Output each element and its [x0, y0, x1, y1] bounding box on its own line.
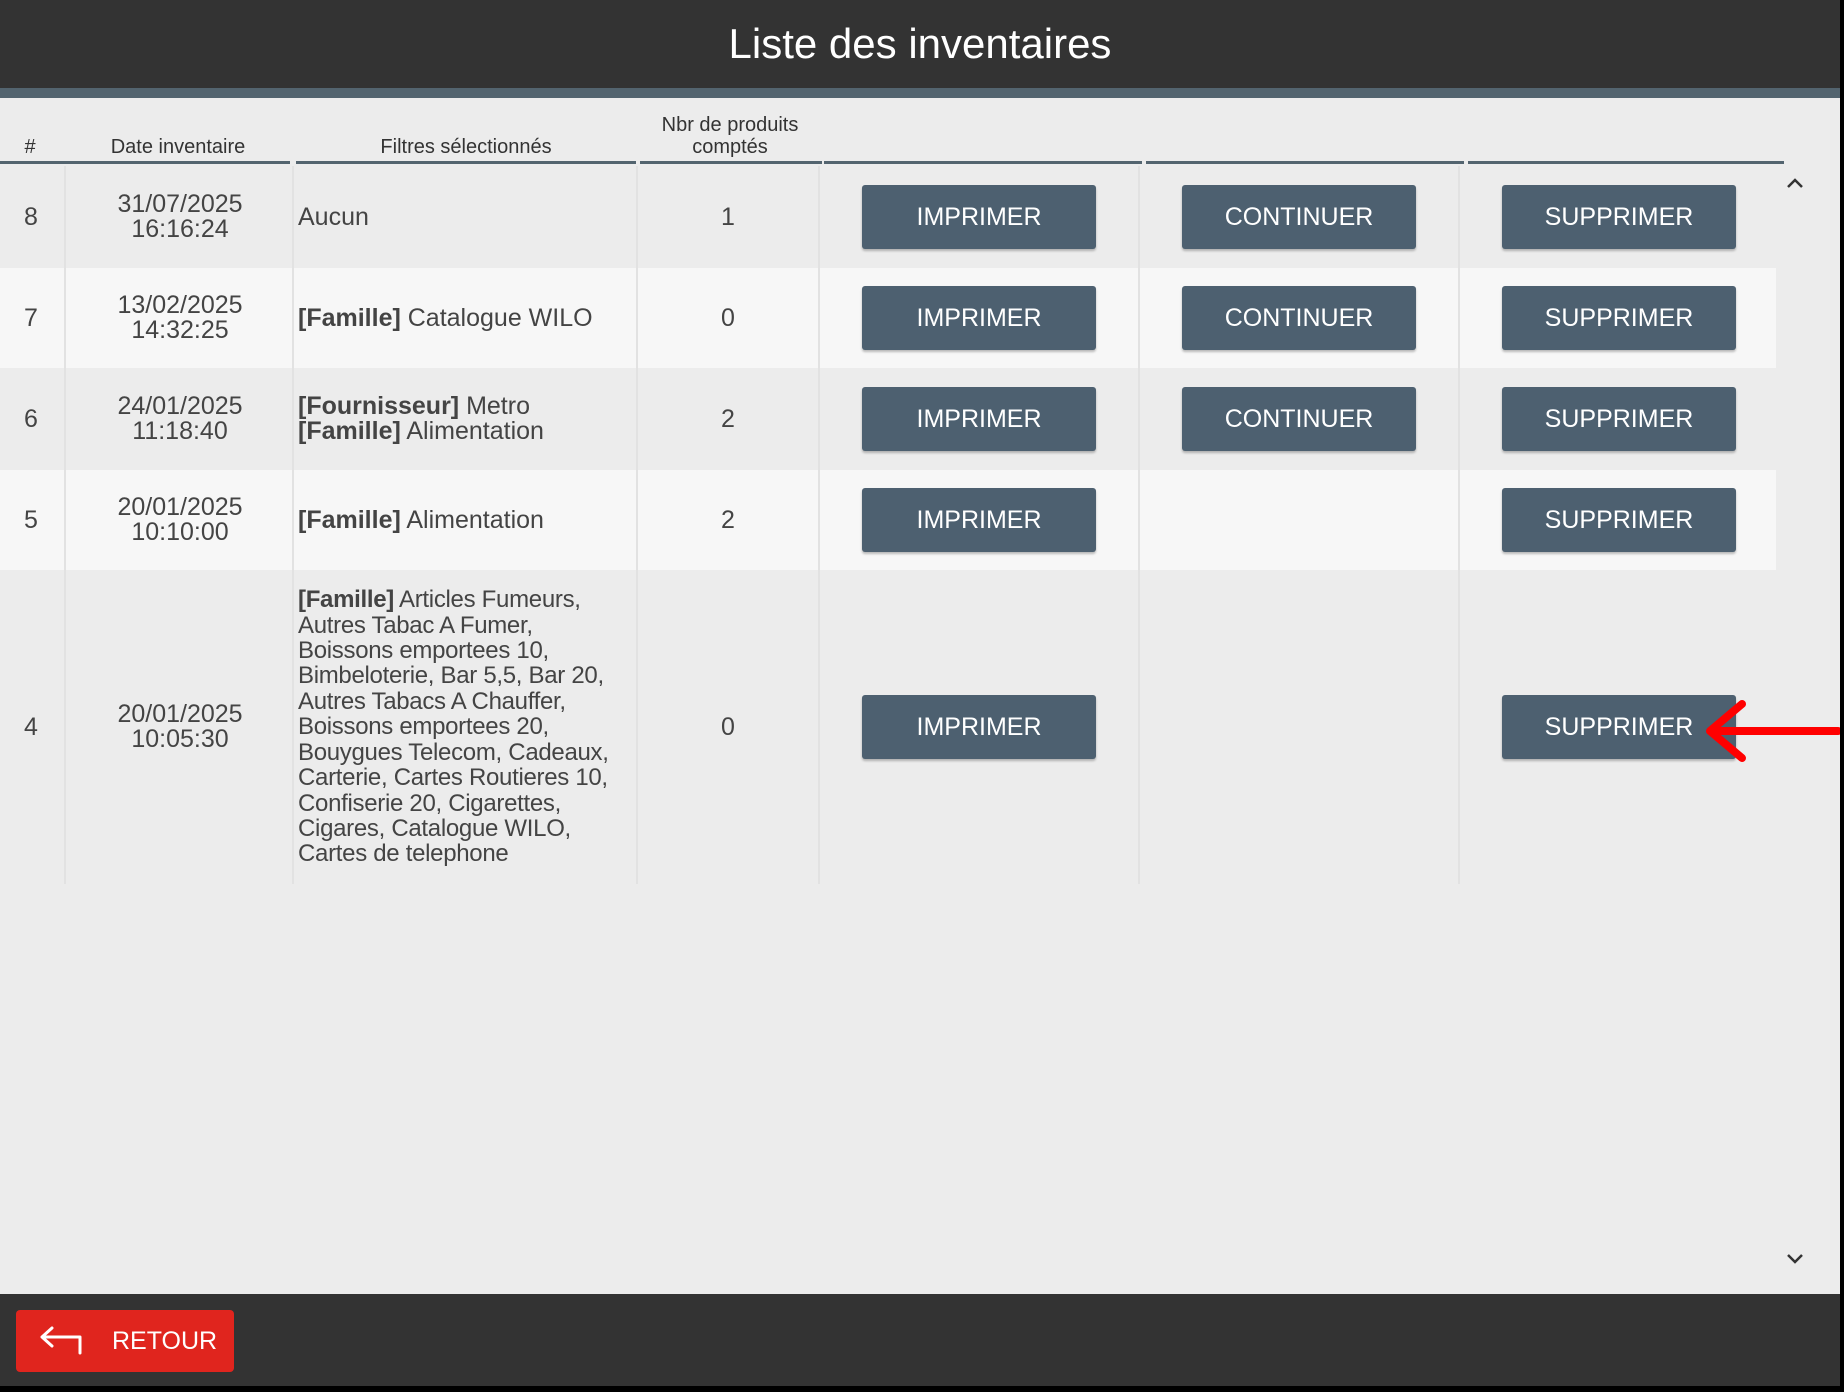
header-stripe [0, 88, 1840, 98]
row-filters: [Fournisseur] Metro [Famille] Alimentati… [298, 368, 634, 470]
row-date-time: 16:16:24 [131, 215, 229, 243]
print-button[interactable]: IMPRIMER [862, 286, 1096, 350]
filter-line: Bouygues Telecom, Cadeaux, [298, 738, 609, 766]
header-divider [824, 161, 1142, 164]
filter-value: Catalogue WILO [400, 303, 593, 332]
row-count: 2 [721, 404, 735, 433]
filter-tag: [Famille] [298, 586, 394, 614]
row-number: 4 [24, 712, 38, 741]
app-footer [0, 1294, 1840, 1386]
back-button-label: RETOUR [112, 1326, 218, 1355]
delete-button[interactable]: SUPPRIMER [1502, 387, 1736, 451]
row-date: 31/07/2025 16:16:24 [66, 166, 294, 268]
header-divider [296, 161, 636, 164]
continue-button[interactable]: CONTINUER [1182, 185, 1416, 249]
table-row: 8 31/07/2025 16:16:24 Aucun 1 IMPRIMER C… [0, 166, 1776, 268]
header-divider [1468, 161, 1784, 164]
row-count: 0 [721, 303, 735, 332]
row-filters: Aucun [298, 166, 634, 268]
row-date: 13/02/2025 14:32:25 [66, 268, 294, 368]
row-date: 24/01/2025 11:18:40 [66, 368, 294, 470]
row-number: 5 [24, 505, 38, 534]
delete-button[interactable]: SUPPRIMER [1502, 286, 1736, 350]
col-head-number: # [24, 136, 36, 158]
print-button[interactable]: IMPRIMER [862, 695, 1096, 759]
window-edge [1840, 0, 1844, 1392]
row-date-time: 10:10:00 [131, 518, 229, 546]
row-number: 8 [24, 202, 38, 231]
filter-value: Alimentation [400, 505, 544, 534]
filter-value: Aucun [298, 202, 369, 231]
row-date: 20/01/2025 10:05:30 [66, 570, 294, 884]
row-date-time: 10:05:30 [131, 725, 229, 753]
continue-button[interactable]: CONTINUER [1182, 387, 1416, 451]
table-row: 7 13/02/2025 14:32:25 [Famille] Catalogu… [0, 268, 1776, 368]
filter-tag: [Famille] [298, 417, 401, 445]
filter-line: Bimbeloterie, Bar 5,5, Bar 20, [298, 662, 604, 690]
row-count: 2 [721, 505, 735, 534]
row-date-day: 13/02/2025 [117, 291, 243, 319]
continue-button[interactable]: CONTINUER [1182, 286, 1416, 350]
annotation-arrow-icon [1706, 700, 1840, 762]
filter-line: Boissons emportees 10, [298, 637, 549, 665]
app-header: Liste des inventaires [0, 0, 1840, 88]
row-count: 0 [721, 712, 735, 741]
page-title: Liste des inventaires [728, 20, 1112, 67]
table-row: 4 20/01/2025 10:05:30 [Famille] Articles… [0, 570, 1776, 884]
filter-value: Metro [459, 392, 530, 420]
header-divider [640, 161, 822, 164]
delete-button[interactable]: SUPPRIMER [1502, 185, 1736, 249]
filter-line: Autres Tabac A Fumer, [298, 611, 533, 639]
filter-tag: [Famille] [298, 505, 401, 534]
header-divider [0, 161, 290, 164]
filter-line: Cartes de telephone [298, 840, 509, 868]
row-date-day: 24/01/2025 [117, 392, 243, 420]
row-filters: [Famille] Catalogue WILO [298, 268, 634, 368]
filter-value: Alimentation [400, 417, 544, 445]
filter-tag: [Famille] [298, 303, 401, 332]
table-row: 5 20/01/2025 10:10:00 [Famille] Alimenta… [0, 470, 1776, 570]
delete-button[interactable]: SUPPRIMER [1502, 488, 1736, 552]
row-number: 7 [24, 303, 38, 332]
filter-line: Confiserie 20, Cigarettes, [298, 789, 561, 817]
return-arrow-icon [40, 1326, 82, 1355]
chevron-up-icon[interactable] [1780, 168, 1810, 198]
row-date: 20/01/2025 10:10:00 [66, 470, 294, 570]
filter-line: Autres Tabacs A Chauffer, [298, 687, 566, 715]
row-date-day: 20/01/2025 [117, 493, 243, 521]
col-head-count: Nbr de produits comptés [661, 114, 799, 158]
row-filters: [Famille] Alimentation [298, 470, 634, 570]
col-head-date: Date inventaire [110, 136, 246, 158]
row-date-day: 20/01/2025 [117, 700, 243, 728]
filter-line: Carterie, Cartes Routieres 10, [298, 764, 608, 792]
print-button[interactable]: IMPRIMER [862, 185, 1096, 249]
col-head-filters: Filtres sélectionnés [380, 136, 552, 158]
filter-line: Cigares, Catalogue WILO, [298, 814, 571, 842]
row-date-time: 14:32:25 [131, 316, 229, 344]
row-date-time: 11:18:40 [132, 417, 228, 445]
header-divider [1146, 161, 1464, 164]
back-button[interactable]: RETOUR [16, 1310, 234, 1372]
filter-line: Boissons emportees 20, [298, 713, 549, 741]
row-number: 6 [24, 404, 38, 433]
row-count: 1 [721, 202, 735, 231]
row-date-day: 31/07/2025 [117, 190, 243, 218]
chevron-down-icon[interactable] [1780, 1244, 1810, 1274]
print-button[interactable]: IMPRIMER [862, 488, 1096, 552]
filter-tag: [Fournisseur] [298, 392, 460, 420]
row-filters: [Famille] Articles Fumeurs, Autres Tabac… [298, 570, 636, 884]
table-row: 6 24/01/2025 11:18:40 [Fournisseur] Metr… [0, 368, 1776, 470]
print-button[interactable]: IMPRIMER [862, 387, 1096, 451]
filter-value: Articles Fumeurs, [393, 586, 581, 614]
